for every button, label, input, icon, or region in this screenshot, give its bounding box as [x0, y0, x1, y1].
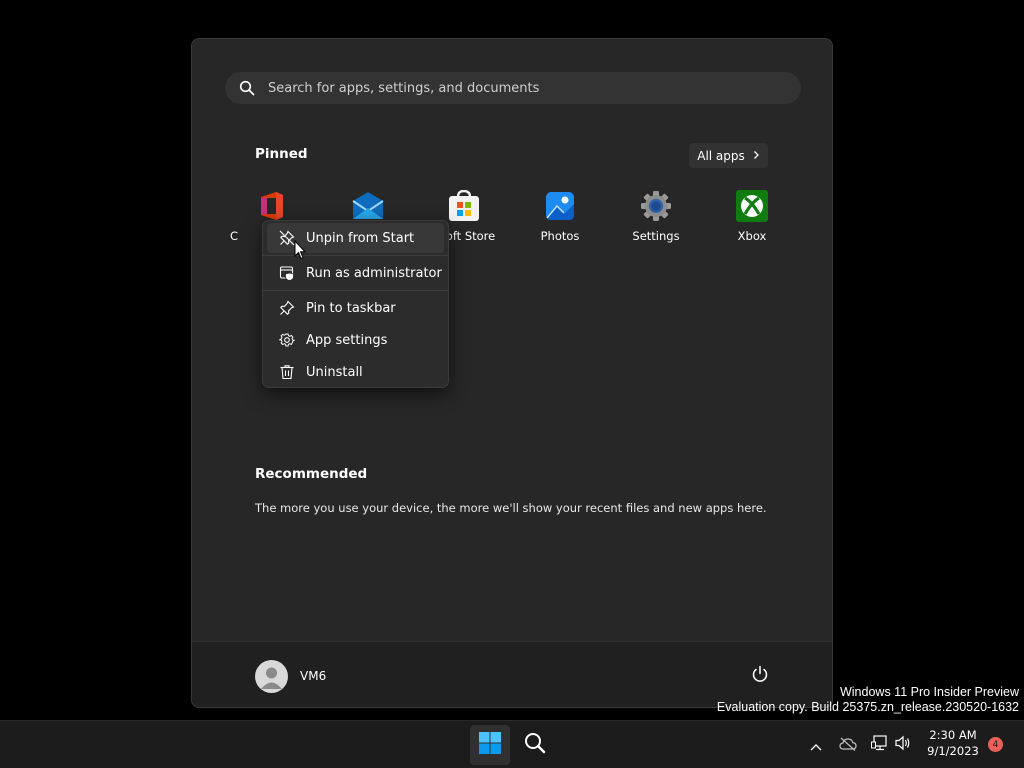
app-label: Xbox — [737, 229, 767, 243]
settings-gear-icon — [639, 189, 673, 223]
notification-badge[interactable]: 4 — [988, 737, 1003, 752]
menu-separator — [263, 290, 448, 291]
menu-item-uninstall[interactable]: Uninstall — [267, 357, 444, 387]
mouse-cursor-icon — [294, 239, 307, 260]
taskbar: 2:30 AM 9/1/2023 4 — [0, 720, 1024, 768]
search-input[interactable] — [266, 79, 770, 97]
search-icon — [238, 79, 256, 97]
pinned-title: Pinned — [255, 146, 308, 162]
pinned-app-xbox[interactable]: Xbox — [704, 189, 800, 253]
avatar[interactable] — [255, 660, 288, 693]
app-label: C — [229, 229, 239, 243]
photos-icon — [543, 189, 577, 223]
watermark-line-1: Windows 11 Pro Insider Preview — [839, 685, 1019, 699]
recommended-description: The more you use your device, the more w… — [255, 501, 767, 515]
cloud-offline-icon — [839, 736, 857, 755]
chevron-up-icon — [810, 736, 822, 755]
search-icon — [524, 732, 546, 758]
recommended-title: Recommended — [255, 466, 368, 482]
network-tray-button[interactable] — [870, 735, 890, 755]
network-icon — [871, 735, 889, 755]
clock-date: 9/1/2023 — [927, 744, 979, 758]
username[interactable]: VM6 — [300, 669, 326, 683]
speaker-icon — [894, 735, 912, 755]
show-hidden-icons-button[interactable] — [806, 735, 826, 755]
taskbar-search-button[interactable] — [515, 725, 555, 765]
store-icon — [447, 189, 481, 223]
all-apps-label: All apps — [697, 148, 745, 163]
trash-icon — [278, 363, 296, 381]
pinned-app-settings[interactable]: Settings — [608, 189, 704, 253]
volume-tray-button[interactable] — [893, 735, 913, 755]
power-icon — [751, 665, 769, 687]
chevron-right-icon — [753, 149, 760, 163]
app-label: Settings — [632, 229, 680, 243]
menu-item-pin-to-taskbar[interactable]: Pin to taskbar — [267, 293, 444, 323]
taskbar-clock[interactable]: 2:30 AM 9/1/2023 — [920, 727, 986, 759]
xbox-icon — [735, 189, 769, 223]
admin-shield-icon — [278, 264, 296, 282]
context-menu: Unpin from Start Run as administrator Pi… — [262, 220, 449, 388]
menu-item-app-settings[interactable]: App settings — [267, 325, 444, 355]
power-button[interactable] — [750, 665, 770, 687]
mail-icon — [351, 189, 385, 223]
clock-time: 2:30 AM — [929, 728, 977, 742]
app-label: Photos — [540, 229, 580, 243]
office-icon — [255, 189, 289, 223]
gear-icon — [278, 331, 296, 349]
start-button[interactable] — [470, 725, 510, 765]
menu-item-run-as-administrator[interactable]: Run as administrator — [267, 258, 444, 288]
windows-logo-icon — [478, 731, 502, 759]
pin-icon — [278, 299, 296, 317]
watermark-line-2: Evaluation copy. Build 25375.zn_release.… — [716, 700, 1019, 714]
onedrive-tray-button[interactable] — [838, 735, 858, 755]
start-footer: VM6 — [192, 641, 832, 707]
search-box[interactable] — [225, 72, 801, 104]
all-apps-button[interactable]: All apps — [689, 143, 768, 168]
pinned-app-photos[interactable]: Photos — [512, 189, 608, 253]
menu-separator — [263, 255, 448, 256]
